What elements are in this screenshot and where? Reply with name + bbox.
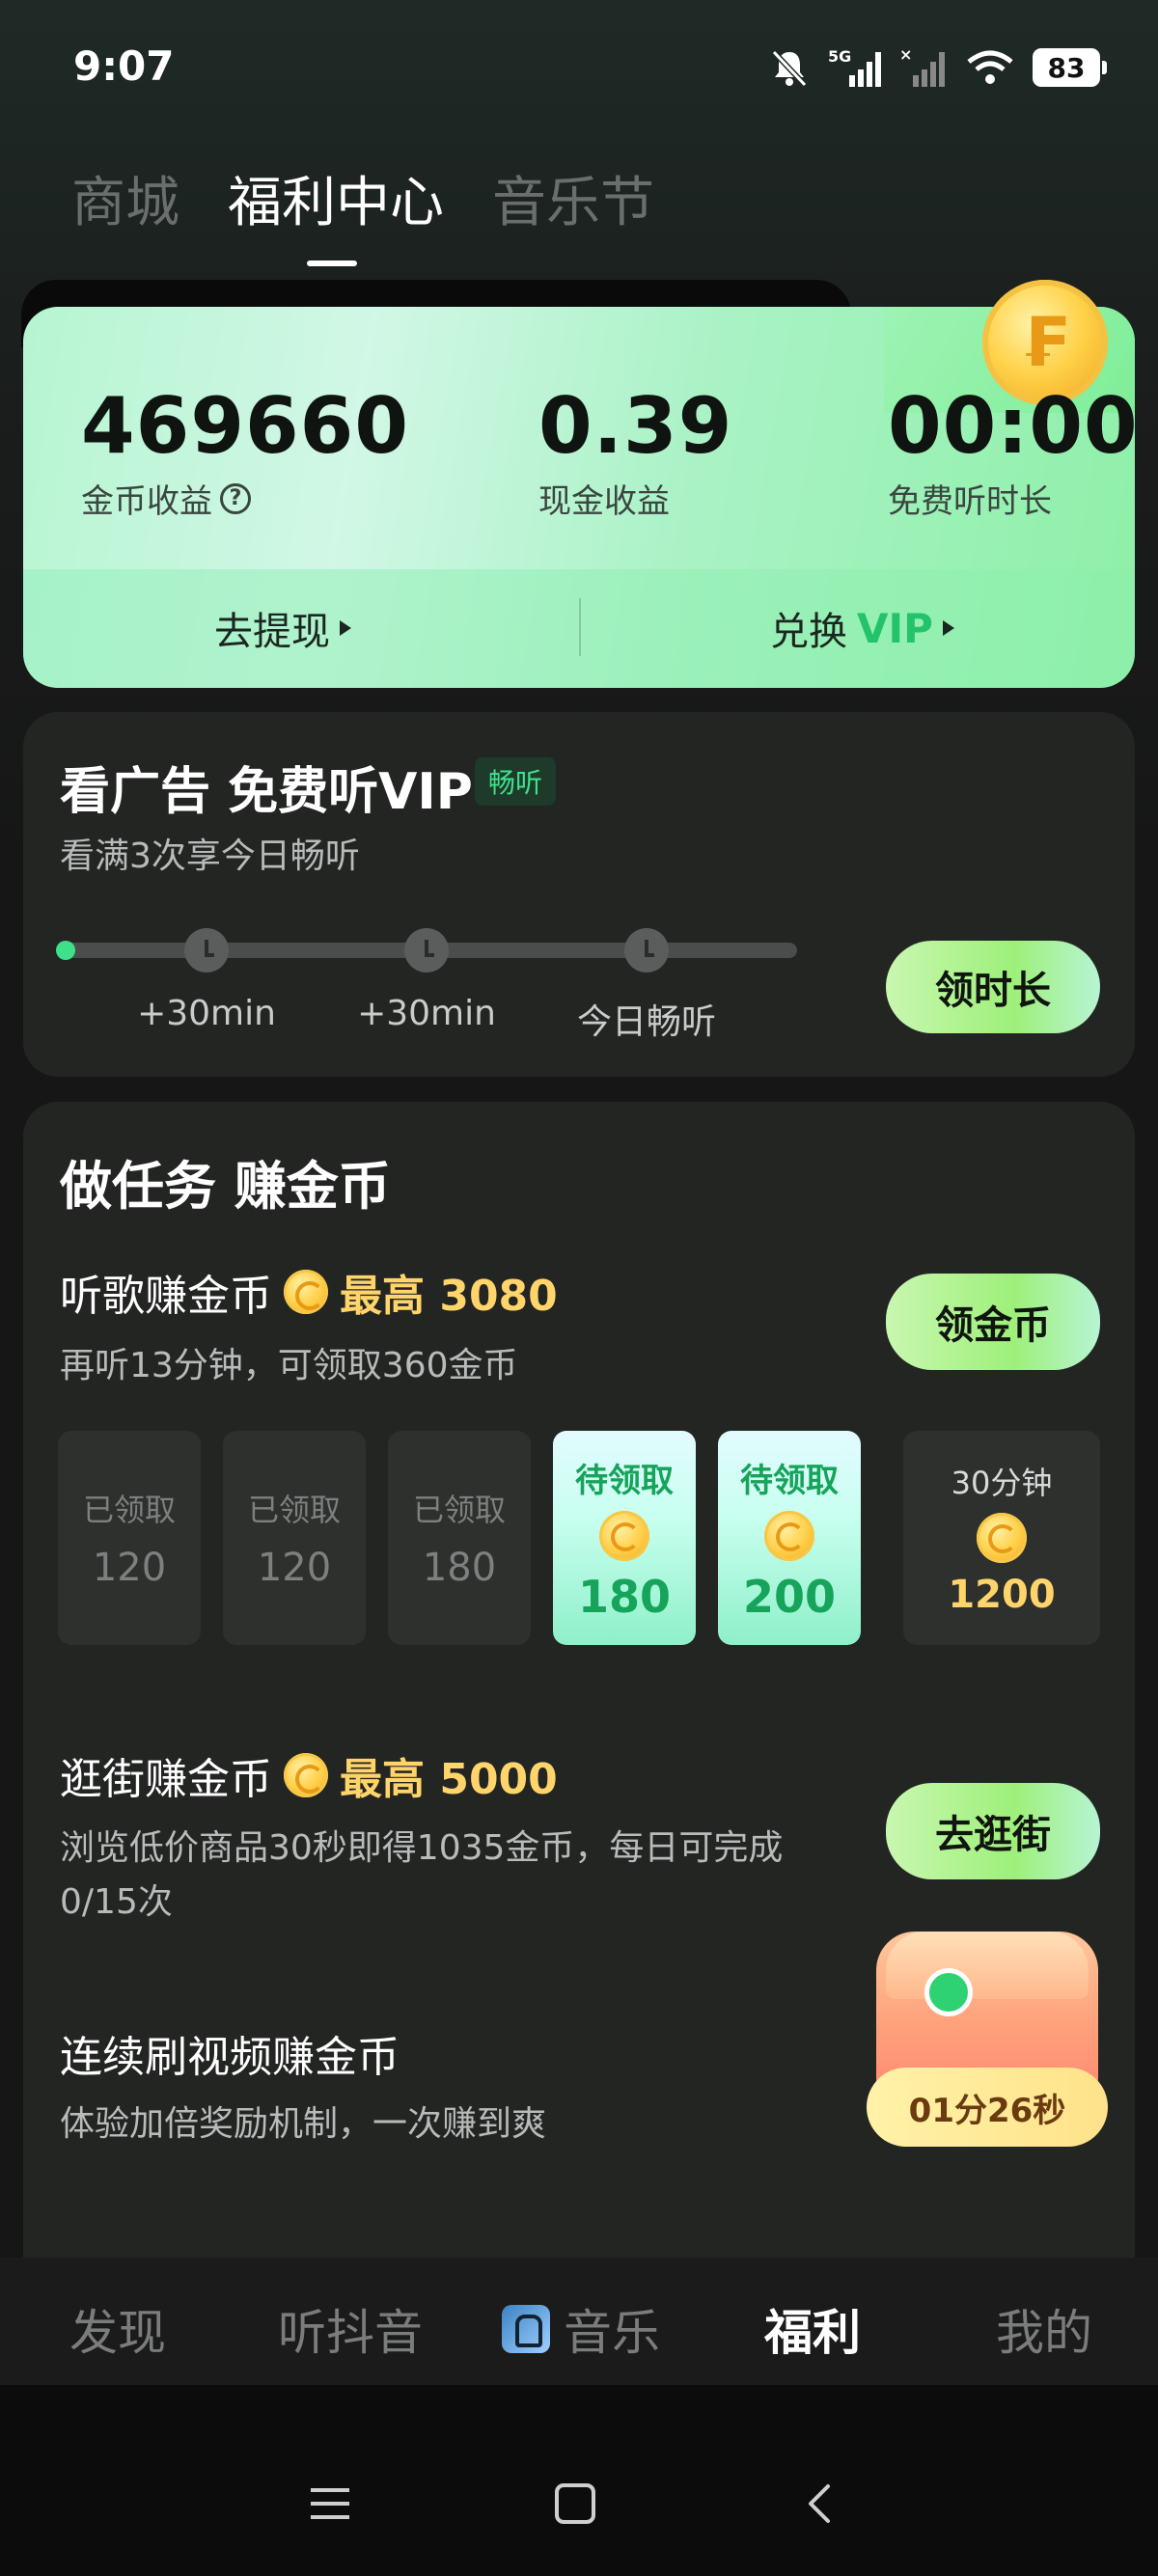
status-time: 9:07 [73,42,175,90]
free-listen-time[interactable]: 00:00 免费听时长 [888,381,1139,522]
listen-task-subtitle: 再听13分钟，可领取360金币 [60,1346,518,1385]
treasure-chest-lid [886,1932,1089,1999]
wifi-icon [967,50,1013,84]
vip-label: VIP [857,604,933,652]
nav-music-label: 音乐 [564,2305,660,2361]
chest-timer[interactable]: 01分26秒 [867,2068,1108,2147]
reward-slot-bonus: 30分钟 1200 [903,1431,1100,1645]
coin-icon [284,1753,328,1797]
clock-icon [184,928,229,973]
reward-slot-pending[interactable]: 待领取 180 [553,1431,696,1645]
music-app-icon [502,2305,550,2353]
svg-text:×: × [899,46,912,64]
shop-task-subtitle-line1: 浏览低价商品30秒即得1035金币，每日可完成 [60,1828,784,1868]
coin-icon [764,1510,814,1561]
nav-welfare[interactable]: 福利 [764,2294,861,2364]
nav-me[interactable]: 我的 [996,2294,1092,2364]
cash-earnings[interactable]: 0.39 现金收益 [538,381,732,522]
nav-listen-douyin[interactable]: 听抖音 [278,2294,423,2364]
coin-stack-icon [977,1513,1027,1563]
free-listen-time-label: 免费听时长 [888,482,1052,521]
menu-icon[interactable] [309,2482,351,2525]
step-label: 今日畅听 [576,1002,716,1042]
back-icon[interactable] [799,2482,841,2525]
claim-coins-button[interactable]: 领金币 [886,1274,1100,1370]
top-tabs: 商城 福利中心 音乐节 [71,159,654,266]
mute-icon [771,49,808,88]
unlimited-badge: 畅听 [475,757,557,806]
shop-task-label: 逛街赚金币 [60,1755,272,1804]
shop-task-subtitle-line2: 0/15次 [60,1882,173,1922]
system-nav-bar [0,2385,1158,2576]
clock-icon [404,928,449,973]
tab-welfare-center[interactable]: 福利中心 [228,159,444,266]
coin-earnings[interactable]: 469660 金币收益 ? [81,381,409,522]
coin-icon [599,1510,649,1561]
coin-icon [284,1270,328,1314]
step-label: +30min [357,994,496,1033]
video-task-title: 连续刷视频赚金币 [60,2033,400,2082]
nav-discover[interactable]: 发现 [69,2294,166,2364]
ad-card-title: 看广告 免费听VIP [60,763,473,821]
free-listen-time-value: 00:00 [888,381,1139,471]
tab-music-festival[interactable]: 音乐节 [492,159,654,237]
reward-slot: 已领取 180 [388,1431,531,1645]
svg-text:5G: 5G [828,47,851,66]
withdraw-link[interactable]: 去提现 [214,600,351,656]
cash-earnings-value: 0.39 [538,381,733,471]
clock-icon [624,928,669,973]
coin-earnings-value: 469660 [81,381,409,471]
ad-card-subtitle: 看满3次享今日畅听 [60,836,360,876]
cash-earnings-label: 现金收益 [538,482,670,521]
video-task-subtitle: 体验加倍奖励机制，一次赚到爽 [60,2104,547,2144]
listen-task-title: 听歌赚金币 最高 3080 [60,1261,558,1323]
nav-music[interactable]: 音乐 [502,2294,660,2364]
home-icon[interactable] [554,2482,596,2525]
shop-task-title: 逛街赚金币 最高 5000 [60,1744,558,1806]
signal-icon: × [899,46,945,87]
ad-progress-start [56,941,75,960]
reward-slot-pending[interactable]: 待领取 200 [718,1431,861,1645]
divider [579,598,581,656]
battery-icon: 83 [1033,48,1107,87]
signal-icon: 5G [828,47,881,87]
claim-time-button[interactable]: 领时长 [886,941,1100,1033]
status-icons: 5G × 83 [768,42,1107,93]
step-label: +30min [137,994,276,1033]
exchange-vip-link[interactable]: 兑换 VIP [770,600,954,656]
listen-max: 最高 3080 [340,1272,558,1321]
tasks-title: 做任务 赚金币 [60,1156,391,1217]
exchange-label: 兑换 [770,610,847,654]
triangle-right-icon [942,620,954,636]
withdraw-label: 去提现 [214,610,330,654]
reward-slot: 已领取 120 [58,1431,201,1645]
coin-earnings-label: 金币收益 [81,482,212,521]
triangle-right-icon [340,620,351,636]
go-shopping-button[interactable]: 去逛街 [886,1783,1100,1879]
help-icon[interactable]: ? [220,482,251,514]
tab-mall[interactable]: 商城 [71,159,179,237]
shop-max: 最高 5000 [340,1755,558,1804]
reward-slot: 已领取 120 [223,1431,366,1645]
listen-task-label: 听歌赚金币 [60,1272,272,1321]
music-note-icon [924,1968,973,2016]
